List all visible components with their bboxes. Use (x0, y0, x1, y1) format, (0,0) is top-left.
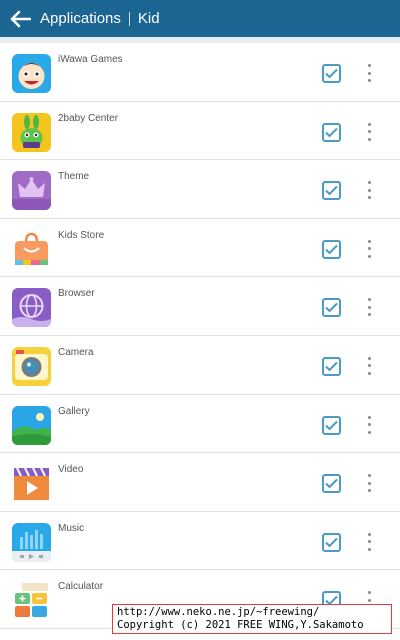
title-applications: Applications (40, 10, 121, 27)
app-name: Kids Store (58, 229, 105, 241)
checkmark-icon (325, 68, 338, 79)
video-play-icon (12, 464, 51, 504)
copyright-watermark: http://www.neko.ne.jp/~freewing/ Copyrig… (112, 604, 392, 634)
more-options-button[interactable] (362, 120, 376, 144)
checkmark-icon (325, 420, 338, 430)
theme-crown-icon (12, 171, 51, 211)
more-options-button[interactable] (362, 237, 376, 261)
camera-icon (12, 346, 51, 386)
more-options-button[interactable] (362, 61, 376, 85)
gallery-landscape-icon (12, 405, 51, 445)
checkmark-icon (325, 303, 338, 313)
list-item[interactable]: Video (0, 453, 400, 512)
enabled-checkbox[interactable] (322, 415, 341, 435)
back-button[interactable] (0, 0, 40, 37)
checkmark-icon (325, 127, 338, 138)
title-mode: Kid (137, 10, 160, 27)
app-list[interactable]: iWawa Games 2baby Center Theme Kids Stor… (0, 37, 400, 640)
credit-copyright: Copyright (c) 2021 FREE WING,Y.Sakamoto (117, 619, 364, 631)
app-name: Camera (58, 346, 94, 358)
app-name: Video (58, 464, 84, 476)
more-options-button[interactable] (362, 354, 376, 378)
browser-globe-icon (12, 288, 51, 328)
enabled-checkbox[interactable] (322, 239, 341, 259)
kids-store-bag-icon (12, 229, 51, 269)
more-options-button[interactable] (362, 295, 376, 319)
list-item[interactable]: Gallery (0, 395, 400, 454)
more-options-button[interactable] (362, 530, 376, 554)
list-item[interactable]: Theme (0, 160, 400, 219)
app-name: Browser (58, 288, 95, 300)
list-item[interactable]: iWawa Games (0, 43, 400, 102)
list-item[interactable]: Music (0, 512, 400, 571)
enabled-checkbox[interactable] (322, 298, 341, 318)
checkmark-icon (325, 537, 338, 548)
title-divider (128, 11, 130, 26)
enabled-checkbox[interactable] (322, 474, 341, 494)
app-name: iWawa Games (58, 54, 123, 65)
list-item[interactable]: Browser (0, 277, 400, 336)
checkmark-icon (325, 361, 338, 372)
app-bar: Applications Kid (0, 0, 400, 37)
enabled-checkbox[interactable] (322, 356, 341, 376)
list-item[interactable]: Kids Store (0, 219, 400, 278)
2baby-center-icon (12, 112, 51, 152)
enabled-checkbox[interactable] (322, 122, 341, 142)
music-player-icon (12, 522, 51, 562)
more-options-button[interactable] (362, 178, 376, 202)
app-name: Theme (58, 171, 90, 183)
arrow-left-icon (10, 10, 31, 27)
list-item[interactable]: 2baby Center (0, 102, 400, 161)
more-options-button[interactable] (362, 471, 376, 495)
checkmark-icon (325, 185, 338, 196)
enabled-checkbox[interactable] (322, 532, 341, 552)
enabled-checkbox[interactable] (322, 181, 341, 201)
app-name: Calculator (58, 581, 104, 593)
more-options-button[interactable] (362, 413, 376, 437)
page-title: Applications Kid (40, 10, 160, 27)
app-name: Gallery (58, 405, 90, 417)
app-name: Music (58, 522, 85, 534)
checkmark-icon (325, 244, 338, 255)
enabled-checkbox[interactable] (322, 64, 341, 83)
iwawa-games-icon (12, 54, 51, 93)
list-item[interactable]: Camera (0, 336, 400, 395)
app-name: 2baby Center (58, 112, 119, 124)
checkmark-icon (325, 478, 338, 489)
credit-url: http://www.neko.ne.jp/~freewing/ (117, 606, 320, 618)
calculator-icon (12, 581, 51, 621)
